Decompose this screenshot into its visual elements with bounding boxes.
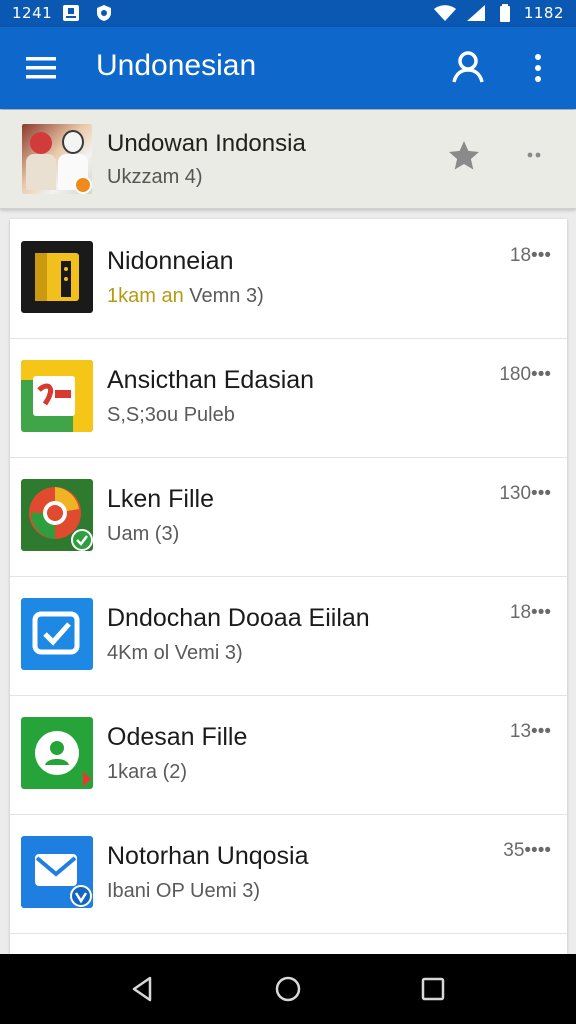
navigation-bar	[0, 954, 576, 1024]
item-title: Dndochan Dooaa Eiilan	[107, 604, 370, 632]
app-list: Nidonneian 1kam an Vemn 3) 18••• Ansicth…	[10, 219, 567, 955]
item-subtitle: 1kara (2)	[107, 761, 188, 783]
item-title: Odesan Fille	[107, 723, 248, 751]
checkbox-app-icon	[21, 598, 93, 670]
recents-icon[interactable]	[418, 974, 448, 1004]
status-time-left: 1241	[12, 4, 53, 22]
pinned-subtitle: Ukzzam 4)	[107, 166, 203, 188]
app-bar: Undonesian	[0, 27, 576, 109]
wifi-icon	[433, 4, 457, 22]
more-vert-icon[interactable]	[526, 51, 550, 85]
item-time: 13•••	[509, 721, 551, 742]
battery-icon	[498, 4, 512, 22]
item-subtitle: Ibani OP Uemi 3)	[107, 880, 261, 902]
star-icon[interactable]	[446, 138, 482, 174]
status-bar: 1241 1182	[0, 0, 576, 27]
item-subtitle: 1kam an Vemn 3)	[107, 285, 264, 307]
list-item[interactable]: Nidonneian 1kam an Vemn 3) 18•••	[10, 219, 567, 339]
folder-app-icon	[21, 241, 93, 313]
list-item[interactable]: Notorhan Unqosia Ibani OP Uemi 3) 35••••	[10, 814, 567, 934]
item-time: 18•••	[509, 245, 551, 266]
mail-app-icon	[21, 836, 93, 908]
item-subtitle: 4Km ol Vemi 3)	[107, 642, 243, 664]
back-icon[interactable]	[128, 974, 158, 1004]
item-title: Ansicthan Edasian	[107, 366, 315, 394]
item-title: Nidonneian	[107, 247, 234, 275]
list-item[interactable]: Odesan Fille 1kara (2) 13•••	[10, 695, 567, 815]
hamburger-menu-icon[interactable]	[24, 53, 60, 83]
more-horiz-icon[interactable]	[522, 148, 546, 162]
item-title: Lken Fille	[107, 485, 214, 513]
app-title: Undonesian	[96, 49, 257, 82]
list-item[interactable]: Dndochan Dooaa Eiilan 4Km ol Vemi 3) 18•…	[10, 576, 567, 696]
account-icon[interactable]	[450, 49, 486, 85]
shopping-app-icon	[21, 360, 93, 432]
item-time: 130•••	[499, 483, 551, 504]
item-time: 180•••	[499, 364, 551, 385]
item-time: 35••••	[503, 840, 551, 861]
home-icon[interactable]	[273, 974, 303, 1004]
pinned-item[interactable]: Undowan Indonsia Ukzzam 4)	[0, 110, 576, 209]
contacts-app-icon	[21, 717, 93, 789]
status-time-right: 1182	[523, 4, 564, 22]
item-subtitle: Uam (3)	[107, 523, 180, 545]
pinned-title: Undowan Indonsia	[107, 130, 306, 157]
list-item[interactable]: Lken Fille Uam (3) 130•••	[10, 457, 567, 577]
item-subtitle: S,S;3ou Puleb	[107, 404, 235, 426]
item-title: Notorhan Unqosia	[107, 842, 309, 870]
chrome-app-icon	[21, 479, 93, 551]
notification-icon	[62, 4, 80, 22]
shield-icon	[95, 4, 113, 22]
signal-icon	[465, 4, 487, 22]
verified-badge-icon	[74, 176, 92, 194]
list-item[interactable]: Ansicthan Edasian S,S;3ou Puleb 180•••	[10, 338, 567, 458]
item-time: 18•••	[509, 602, 551, 623]
